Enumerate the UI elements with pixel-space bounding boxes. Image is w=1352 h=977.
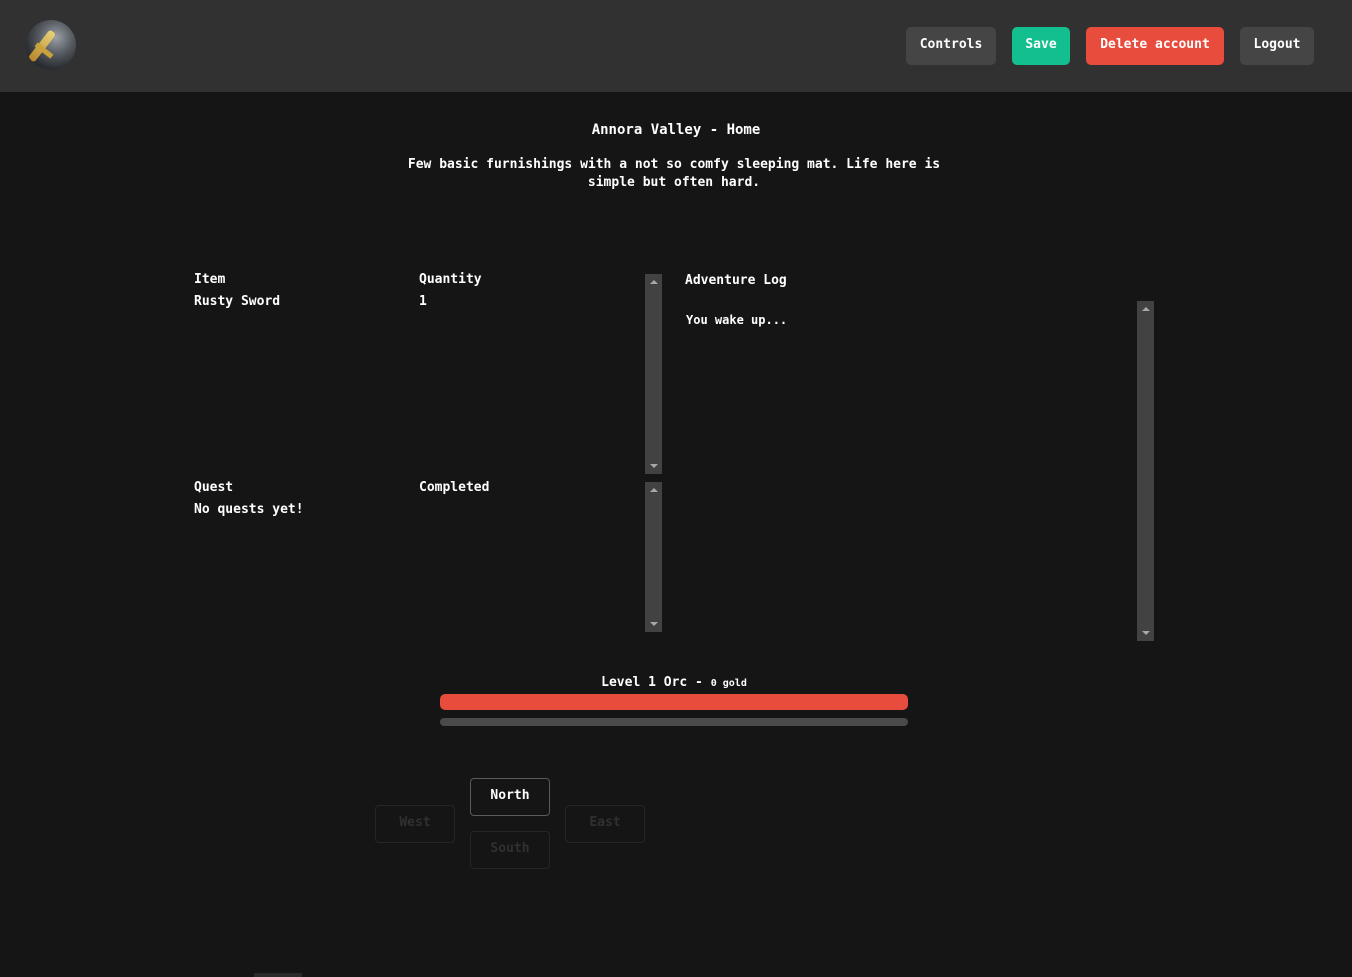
- quest-table: Quest Completed No quests yet!: [194, 480, 644, 630]
- inventory-item-quantity: 1: [419, 294, 427, 309]
- controls-button[interactable]: Controls: [906, 27, 996, 65]
- quest-header-completed: Completed: [419, 480, 490, 495]
- player-status: Level 1 Orc - 0 gold: [440, 675, 908, 690]
- inventory-table: Item Quantity Rusty Sword 1: [194, 272, 644, 472]
- location-description: Few basic furnishings with a not so comf…: [407, 157, 941, 190]
- sword-emblem-icon[interactable]: [26, 20, 76, 70]
- quest-header-row: Quest Completed: [194, 480, 644, 502]
- top-navbar: Controls Save Delete account Logout: [0, 0, 1352, 92]
- inventory-scrollbar[interactable]: [645, 274, 662, 474]
- inventory-header-item: Item: [194, 272, 226, 287]
- scroll-down-icon[interactable]: [1142, 631, 1150, 635]
- log-entry: You wake up...: [686, 313, 788, 327]
- move-west-button[interactable]: West: [375, 805, 455, 843]
- adventure-log-scrollbar[interactable]: [1137, 301, 1154, 641]
- save-button[interactable]: Save: [1012, 27, 1070, 65]
- gold-amount: 0 gold: [710, 678, 747, 689]
- move-south-button[interactable]: South: [470, 831, 550, 869]
- move-east-button[interactable]: East: [565, 805, 645, 843]
- quest-empty-message: No quests yet!: [194, 502, 304, 517]
- logout-button[interactable]: Logout: [1240, 27, 1314, 65]
- quest-scrollbar[interactable]: [645, 482, 662, 632]
- table-row: Rusty Sword 1: [194, 294, 644, 316]
- footer-edge: [254, 973, 302, 977]
- player-summary: Level 1 Orc -: [601, 675, 703, 690]
- location-title: Annora Valley - Home: [591, 122, 761, 138]
- scroll-up-icon[interactable]: [650, 280, 658, 284]
- inventory-header-quantity: Quantity: [419, 272, 482, 287]
- move-north-button[interactable]: North: [470, 778, 550, 816]
- table-row: No quests yet!: [194, 502, 644, 524]
- health-bar: [440, 694, 908, 710]
- inventory-item-name: Rusty Sword: [194, 294, 281, 309]
- inventory-header-row: Item Quantity: [194, 272, 644, 294]
- scroll-up-icon[interactable]: [650, 488, 658, 492]
- scroll-down-icon[interactable]: [650, 464, 658, 468]
- quest-header-quest: Quest: [194, 480, 234, 495]
- experience-bar: [440, 718, 908, 726]
- delete-account-button[interactable]: Delete account: [1086, 27, 1224, 65]
- adventure-log-title: Adventure Log: [685, 273, 787, 288]
- scroll-down-icon[interactable]: [650, 622, 658, 626]
- scroll-up-icon[interactable]: [1142, 307, 1150, 311]
- health-bar-fill: [440, 694, 908, 710]
